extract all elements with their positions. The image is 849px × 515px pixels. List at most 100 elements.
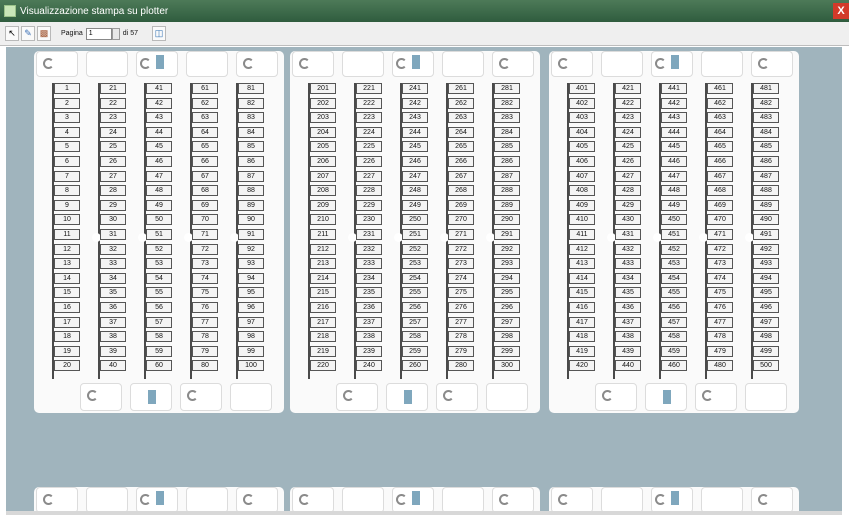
label-tab[interactable]: 5: [54, 141, 80, 153]
label-tab[interactable]: 484: [753, 126, 779, 138]
label-tab[interactable]: 222: [356, 97, 382, 109]
label-tab[interactable]: 260: [402, 360, 428, 372]
label-tab[interactable]: 289: [494, 199, 520, 211]
label-tab[interactable]: 231: [356, 229, 382, 240]
label-tab[interactable]: 414: [569, 272, 595, 284]
label-tab[interactable]: 75: [192, 287, 218, 299]
label-tab[interactable]: 483: [753, 112, 779, 124]
label-tab[interactable]: 492: [753, 243, 779, 255]
label-tab[interactable]: 448: [661, 185, 687, 197]
label-tab[interactable]: 251: [402, 229, 428, 240]
label-tab[interactable]: 270: [448, 214, 474, 226]
label-tab[interactable]: 84: [238, 126, 264, 138]
label-tab[interactable]: 471: [707, 229, 733, 240]
pen-tool-button[interactable]: ✎: [21, 26, 35, 41]
label-tab[interactable]: 457: [661, 316, 687, 328]
label-tab[interactable]: 49: [146, 199, 172, 211]
label-tab[interactable]: 233: [356, 258, 382, 270]
label-tab[interactable]: 408: [569, 185, 595, 197]
label-tab[interactable]: 230: [356, 214, 382, 226]
label-tab[interactable]: 204: [310, 126, 336, 138]
exit-button[interactable]: ◫: [151, 26, 166, 41]
label-tab[interactable]: 488: [753, 185, 779, 197]
label-tab[interactable]: 295: [494, 287, 520, 299]
label-tab[interactable]: 255: [402, 287, 428, 299]
label-tab[interactable]: 221: [356, 83, 382, 94]
label-tab[interactable]: 92: [238, 243, 264, 255]
label-tab[interactable]: 28: [100, 185, 126, 197]
label-tab[interactable]: 478: [707, 331, 733, 343]
label-tab[interactable]: 421: [615, 83, 641, 94]
label-tab[interactable]: 246: [402, 156, 428, 167]
label-tab[interactable]: 269: [448, 199, 474, 211]
page-number-input[interactable]: [85, 27, 112, 40]
select-tool-button[interactable]: ↖: [5, 26, 19, 41]
label-tab[interactable]: 57: [146, 316, 172, 328]
label-tab[interactable]: 8: [54, 185, 80, 197]
label-tab[interactable]: 300: [494, 360, 520, 372]
label-tab[interactable]: 494: [753, 272, 779, 284]
label-tab[interactable]: 498: [753, 331, 779, 343]
label-tab[interactable]: 407: [569, 170, 595, 182]
label-tab[interactable]: 480: [707, 360, 733, 372]
label-tab[interactable]: 206: [310, 156, 336, 167]
label-tab[interactable]: 265: [448, 141, 474, 153]
label-tab[interactable]: 235: [356, 287, 382, 299]
label-tab[interactable]: 236: [356, 302, 382, 313]
label-tab[interactable]: 446: [661, 156, 687, 167]
label-tab[interactable]: 264: [448, 126, 474, 138]
label-tab[interactable]: 213: [310, 258, 336, 270]
label-tab[interactable]: 259: [402, 345, 428, 357]
label-tab[interactable]: 53: [146, 258, 172, 270]
label-tab[interactable]: 29: [100, 199, 126, 211]
label-tab[interactable]: 65: [192, 141, 218, 153]
label-tab[interactable]: 493: [753, 258, 779, 270]
label-tab[interactable]: 24: [100, 126, 126, 138]
label-tab[interactable]: 475: [707, 287, 733, 299]
label-tab[interactable]: 425: [615, 141, 641, 153]
label-tab[interactable]: 93: [238, 258, 264, 270]
label-tab[interactable]: 223: [356, 112, 382, 124]
label-tab[interactable]: 474: [707, 272, 733, 284]
label-tab[interactable]: 490: [753, 214, 779, 226]
label-tab[interactable]: 203: [310, 112, 336, 124]
label-tab[interactable]: 402: [569, 97, 595, 109]
label-tab[interactable]: 405: [569, 141, 595, 153]
print-preview-area[interactable]: 1 2 3 4 5 6 7 8 9 10 11 12 13 14 15 16 17 18 19 20 21 22 23 24 2…: [6, 47, 842, 512]
label-tab[interactable]: 491: [753, 229, 779, 240]
horizontal-scrollbar[interactable]: [6, 511, 842, 515]
label-tab[interactable]: 219: [310, 345, 336, 357]
label-tab[interactable]: 292: [494, 243, 520, 255]
label-tab[interactable]: 44: [146, 126, 172, 138]
label-tab[interactable]: 77: [192, 316, 218, 328]
label-tab[interactable]: 288: [494, 185, 520, 197]
label-tab[interactable]: 415: [569, 287, 595, 299]
label-tab[interactable]: 273: [448, 258, 474, 270]
label-tab[interactable]: 469: [707, 199, 733, 211]
label-tab[interactable]: 20: [54, 360, 80, 372]
label-tab[interactable]: 441: [661, 83, 687, 94]
label-tab[interactable]: 72: [192, 243, 218, 255]
label-tab[interactable]: 431: [615, 229, 641, 240]
label-tab[interactable]: 81: [238, 83, 264, 94]
label-tab[interactable]: 89: [238, 199, 264, 211]
label-tab[interactable]: 10: [54, 214, 80, 226]
label-tab[interactable]: 45: [146, 141, 172, 153]
label-tab[interactable]: 62: [192, 97, 218, 109]
label-tab[interactable]: 423: [615, 112, 641, 124]
label-tab[interactable]: 22: [100, 97, 126, 109]
label-tab[interactable]: 447: [661, 170, 687, 182]
label-tab[interactable]: 85: [238, 141, 264, 153]
label-tab[interactable]: 263: [448, 112, 474, 124]
label-tab[interactable]: 51: [146, 229, 172, 240]
label-tab[interactable]: 445: [661, 141, 687, 153]
label-tab[interactable]: 56: [146, 302, 172, 313]
label-tab[interactable]: 27: [100, 170, 126, 182]
label-tab[interactable]: 424: [615, 126, 641, 138]
label-tab[interactable]: 54: [146, 272, 172, 284]
label-tab[interactable]: 482: [753, 97, 779, 109]
label-tab[interactable]: 266: [448, 156, 474, 167]
label-tab[interactable]: 460: [661, 360, 687, 372]
label-tab[interactable]: 55: [146, 287, 172, 299]
label-tab[interactable]: 432: [615, 243, 641, 255]
